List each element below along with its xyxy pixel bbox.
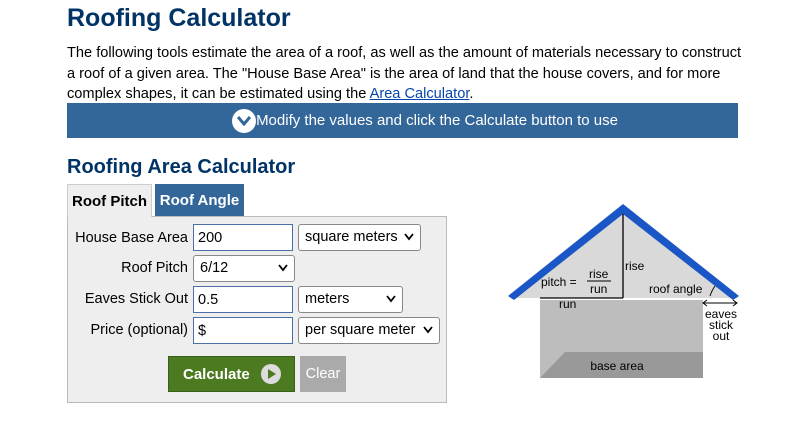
rise-side-label: rise bbox=[625, 259, 645, 273]
tab-roof-pitch[interactable]: Roof Pitch bbox=[67, 184, 152, 217]
clear-button[interactable]: Clear bbox=[300, 356, 346, 392]
calculator-title: Roofing Area Calculator bbox=[67, 156, 296, 178]
chevron-down-icon bbox=[278, 264, 288, 272]
chevron-down-icon bbox=[423, 326, 433, 334]
house-base-area-label: House Base Area bbox=[75, 230, 188, 246]
intro-paragraph: The following tools estimate the area of… bbox=[67, 43, 747, 105]
roof-angle-label: roof angle bbox=[649, 282, 703, 296]
price-unit-select[interactable]: per square meter bbox=[298, 317, 440, 344]
house-base-area-unit-select[interactable]: square meters bbox=[298, 224, 421, 251]
house-base-area-input[interactable] bbox=[193, 224, 293, 251]
eaves-label: Eaves Stick Out bbox=[84, 291, 188, 307]
instruction-banner[interactable]: Modify the values and click the Calculat… bbox=[67, 103, 738, 138]
page-title: Roofing Calculator bbox=[67, 4, 291, 32]
house-base-area-unit-value: square meters bbox=[305, 229, 398, 245]
pitch-run-label: run bbox=[590, 282, 607, 296]
chevron-down-icon bbox=[404, 233, 414, 241]
roof-diagram: base area rise run pitch = rise run roof… bbox=[508, 204, 739, 378]
roof-pitch-label: Roof Pitch bbox=[121, 260, 188, 276]
eaves-line3: out bbox=[713, 329, 730, 343]
chevron-down-icon bbox=[386, 295, 396, 303]
area-calculator-link[interactable]: Area Calculator bbox=[370, 86, 470, 102]
calculate-label: Calculate bbox=[183, 366, 250, 383]
roof-pitch-value: 6/12 bbox=[200, 260, 229, 276]
pitch-rise-label: rise bbox=[589, 267, 609, 281]
eaves-unit-select[interactable]: meters bbox=[298, 286, 403, 313]
tab-roof-angle[interactable]: Roof Angle bbox=[155, 184, 244, 217]
run-bottom-label: run bbox=[559, 297, 576, 311]
base-area-label: base area bbox=[590, 359, 644, 373]
eaves-input[interactable] bbox=[193, 286, 293, 313]
pitch-label: pitch = bbox=[541, 275, 577, 289]
intro-end: . bbox=[469, 86, 474, 102]
eaves-unit-value: meters bbox=[305, 291, 350, 307]
play-icon bbox=[261, 364, 281, 384]
price-input[interactable] bbox=[193, 317, 293, 344]
price-unit-value: per square meter bbox=[305, 322, 416, 338]
price-label: Price (optional) bbox=[90, 322, 188, 338]
roof-pitch-select[interactable]: 6/12 bbox=[193, 255, 295, 282]
banner-text: Modify the values and click the Calculat… bbox=[256, 112, 618, 129]
calculate-button[interactable]: Calculate bbox=[168, 356, 295, 392]
